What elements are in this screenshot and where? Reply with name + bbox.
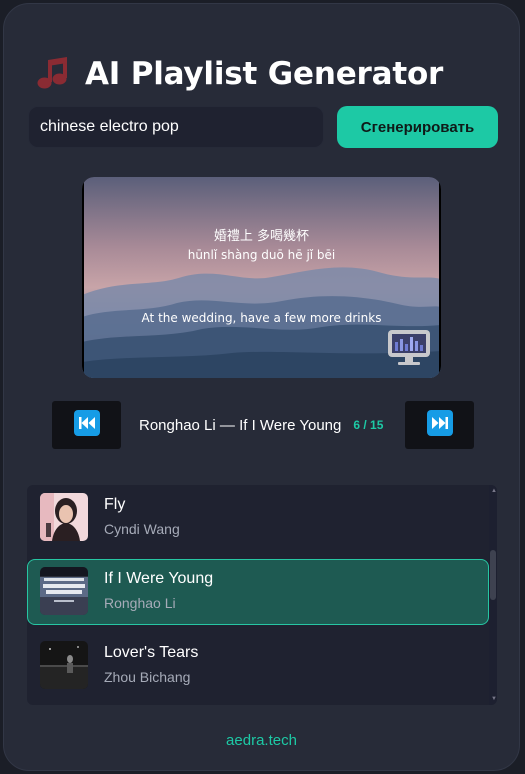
player-controls: Ronghao Li — If I Were Young 6 / 15	[52, 401, 474, 449]
footer-link[interactable]: aedra.tech	[4, 732, 519, 749]
track-item-active[interactable]: If I Were Young Ronghao Li	[27, 559, 489, 625]
skip-forward-icon	[426, 409, 453, 441]
app-title: AI Playlist Generator	[85, 56, 444, 92]
skip-back-icon	[73, 409, 100, 441]
track-item[interactable]: Fly Cyndi Wang	[27, 485, 489, 551]
album-cover	[40, 493, 88, 541]
playlist: Fly Cyndi Wang If I Were Young Ronghao L…	[27, 485, 497, 705]
previous-track-button[interactable]	[52, 401, 121, 449]
track-artist: Zhou Bichang	[104, 669, 191, 685]
musical-note-icon	[33, 54, 73, 94]
track-artist: Ronghao Li	[104, 595, 176, 611]
track-title: Lover's Tears	[104, 644, 199, 661]
now-playing-title: Ronghao Li — If I Were Young	[139, 416, 342, 434]
lyric-pinyin: hūnlǐ shàng duō hē jǐ bēi	[187, 248, 336, 262]
search-row: Сгенерировать	[28, 106, 498, 148]
tv-icon	[387, 329, 431, 367]
playlist-scrollbar[interactable]: ▲ ▼	[489, 485, 497, 705]
track-title: If I Were Young	[104, 570, 214, 587]
album-cover	[40, 641, 88, 689]
track-counter: 6 / 15	[353, 418, 384, 432]
video-player[interactable]: 婚禮上 多喝幾杯 hūnlǐ shàng duō hē jǐ bēi At th…	[82, 177, 441, 378]
track-item[interactable]: Lover's Tears Zhou Bichang	[27, 633, 489, 699]
scrollbar-thumb[interactable]	[490, 550, 496, 600]
next-track-button[interactable]	[405, 401, 474, 449]
generate-button[interactable]: Сгенерировать	[337, 106, 498, 148]
search-input[interactable]	[28, 106, 324, 148]
lyric-chinese: 婚禮上 多喝幾杯	[213, 229, 310, 244]
header: AI Playlist Generator	[33, 52, 443, 96]
track-title: Fly	[104, 496, 126, 513]
album-cover	[40, 567, 88, 615]
scroll-down-arrow-icon[interactable]: ▼	[491, 696, 497, 702]
now-playing: Ronghao Li — If I Were Young 6 / 15	[139, 401, 383, 449]
scroll-up-arrow-icon[interactable]: ▲	[491, 488, 497, 494]
track-artist: Cyndi Wang	[104, 521, 180, 537]
lyric-english: At the wedding, have a few more drinks	[141, 311, 382, 325]
app-card: AI Playlist Generator Сгенерировать	[3, 3, 520, 771]
